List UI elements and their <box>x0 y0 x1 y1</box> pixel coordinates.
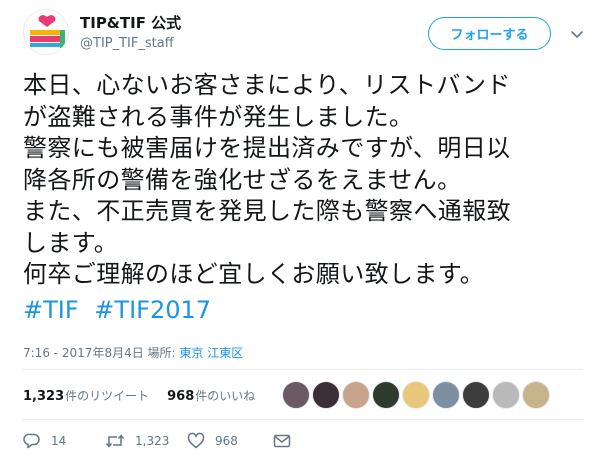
hashtag-link[interactable]: #TIF <box>23 296 79 324</box>
envelope-icon <box>273 434 291 448</box>
like-count: 968 <box>215 434 238 448</box>
reply-count: 14 <box>51 434 67 448</box>
liker-avatar[interactable] <box>342 381 370 409</box>
divider <box>23 419 583 420</box>
tweet-actions: 14 1,323 968 <box>23 430 291 452</box>
retweet-action[interactable]: 1,323 <box>105 432 187 450</box>
retweet-icon <box>105 434 125 448</box>
timestamp[interactable]: 7:16 - 2017年8月4日 <box>23 346 144 360</box>
tweet-line: します。 <box>23 228 119 257</box>
liker-avatars <box>282 381 552 409</box>
liker-avatar[interactable] <box>462 381 490 409</box>
tweet-header: TIP&TIF 公式 @TIP_TIF_staff フォローする <box>0 0 604 62</box>
tweet-text: 本日、心ないお客さまにより、リストバンド が盗難される事件が発生しました。 警察… <box>23 70 583 291</box>
liker-avatar[interactable] <box>402 381 430 409</box>
chevron-down-icon[interactable] <box>569 26 585 42</box>
tweet-stats: 1,323件のリツイート 968件のいいね <box>23 380 273 410</box>
tweet-line: が盗難される事件が発生しました。 <box>23 102 414 131</box>
tweet-line: 降各所の警備を強化せざるをえません。 <box>23 165 462 194</box>
retweet-count: 1,323 <box>135 434 170 448</box>
like-stat[interactable]: 968件のいいね <box>167 387 255 404</box>
tweet-meta: 7:16 - 2017年8月4日 場所: 東京 江東区 <box>23 344 243 361</box>
account-handle[interactable]: @TIP_TIF_staff <box>80 36 174 51</box>
hashtag-list: #TIF #TIF2017 <box>23 295 219 326</box>
liker-avatar[interactable] <box>372 381 400 409</box>
follow-button[interactable]: フォローする <box>428 17 551 50</box>
retweet-stat[interactable]: 1,323件のリツイート <box>23 387 149 404</box>
like-stat-count: 968 <box>167 388 195 404</box>
liker-avatar[interactable] <box>522 381 550 409</box>
direct-message-action[interactable] <box>273 433 291 449</box>
divider <box>23 369 583 370</box>
tweet-line: 警察にも被害届けを提出済みですが、明日以 <box>23 134 511 162</box>
like-action[interactable]: 968 <box>187 432 273 450</box>
tweet-line: 何卒ご理解のほど宜しくお願い致します。 <box>23 260 485 288</box>
tweet-line: また、不正売買を発見した際も警察へ通報致 <box>23 197 511 225</box>
tif-logo-icon <box>24 10 68 54</box>
liker-avatar[interactable] <box>312 381 340 409</box>
liker-avatar[interactable] <box>432 381 460 409</box>
place-label: 場所: <box>147 346 176 360</box>
like-stat-label: 件のいいね <box>195 388 256 403</box>
heart-icon <box>187 432 205 449</box>
liker-avatar[interactable] <box>282 381 310 409</box>
hashtag-link[interactable]: #TIF2017 <box>94 296 211 324</box>
account-name[interactable]: TIP&TIF 公式 <box>80 12 181 33</box>
follow-button-label: フォローする <box>450 28 529 43</box>
reply-action[interactable]: 14 <box>23 432 105 450</box>
location-link[interactable]: 東京 江東区 <box>179 346 243 360</box>
reply-icon <box>23 433 40 449</box>
tweet-line: 本日、心ないお客さまにより、リストバンド <box>23 71 511 99</box>
retweet-stat-count: 1,323 <box>23 388 65 404</box>
avatar[interactable] <box>23 9 69 55</box>
retweet-stat-label: 件のリツイート <box>65 388 150 403</box>
liker-avatar[interactable] <box>492 381 520 409</box>
